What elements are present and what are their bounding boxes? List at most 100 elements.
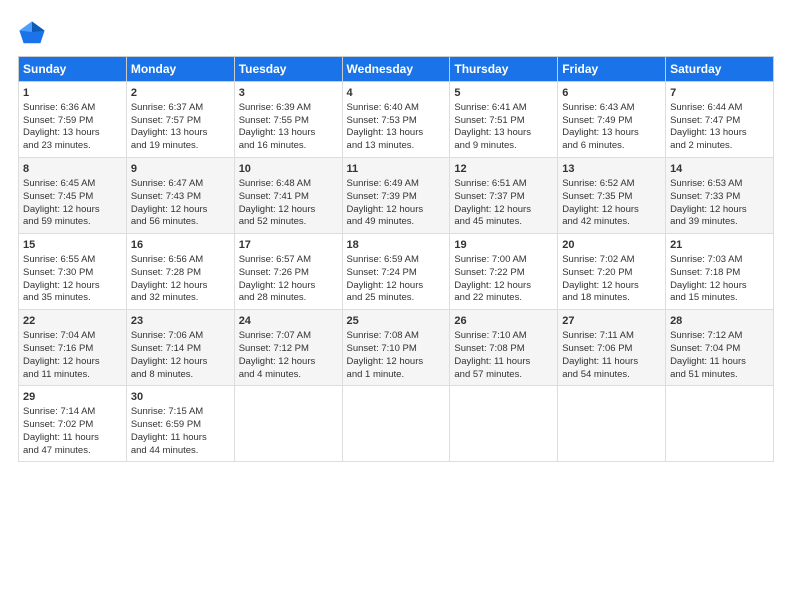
cell-line: Sunset: 7:45 PM bbox=[23, 191, 93, 202]
cell-line: Sunset: 7:14 PM bbox=[131, 343, 201, 354]
cell-line: Daylight: 12 hours bbox=[454, 204, 531, 215]
cell-line: Daylight: 12 hours bbox=[239, 356, 316, 367]
cell-line: Sunset: 7:10 PM bbox=[347, 343, 417, 354]
table-cell: 22Sunrise: 7:04 AMSunset: 7:16 PMDayligh… bbox=[19, 310, 127, 386]
cell-line: Daylight: 12 hours bbox=[347, 280, 424, 291]
day-number: 23 bbox=[131, 314, 230, 329]
cell-line: and 45 minutes. bbox=[454, 216, 522, 227]
table-cell: 4Sunrise: 6:40 AMSunset: 7:53 PMDaylight… bbox=[342, 82, 450, 158]
table-cell: 2Sunrise: 6:37 AMSunset: 7:57 PMDaylight… bbox=[126, 82, 234, 158]
header bbox=[18, 18, 774, 46]
day-number: 18 bbox=[347, 238, 446, 253]
cell-line: Sunset: 7:12 PM bbox=[239, 343, 309, 354]
day-number: 28 bbox=[670, 314, 769, 329]
day-number: 16 bbox=[131, 238, 230, 253]
table-cell: 3Sunrise: 6:39 AMSunset: 7:55 PMDaylight… bbox=[234, 82, 342, 158]
cell-line: Sunset: 7:35 PM bbox=[562, 191, 632, 202]
cell-line: and 25 minutes. bbox=[347, 292, 415, 303]
cell-line: Sunrise: 6:40 AM bbox=[347, 102, 419, 113]
header-row: Sunday Monday Tuesday Wednesday Thursday… bbox=[19, 57, 774, 82]
cell-line: Sunrise: 6:56 AM bbox=[131, 254, 203, 265]
cell-line: and 8 minutes. bbox=[131, 369, 193, 380]
cell-line: and 4 minutes. bbox=[239, 369, 301, 380]
table-cell: 25Sunrise: 7:08 AMSunset: 7:10 PMDayligh… bbox=[342, 310, 450, 386]
cell-line: Sunrise: 7:10 AM bbox=[454, 330, 526, 341]
cell-line: Sunrise: 6:55 AM bbox=[23, 254, 95, 265]
cell-line: Daylight: 13 hours bbox=[347, 127, 424, 138]
cell-line: Sunrise: 6:51 AM bbox=[454, 178, 526, 189]
table-cell: 18Sunrise: 6:59 AMSunset: 7:24 PMDayligh… bbox=[342, 234, 450, 310]
cell-line: Sunrise: 6:57 AM bbox=[239, 254, 311, 265]
day-number: 21 bbox=[670, 238, 769, 253]
table-cell: 28Sunrise: 7:12 AMSunset: 7:04 PMDayligh… bbox=[666, 310, 774, 386]
cell-line: Sunset: 7:22 PM bbox=[454, 267, 524, 278]
cell-line: Daylight: 12 hours bbox=[454, 280, 531, 291]
cell-line: Daylight: 12 hours bbox=[131, 280, 208, 291]
cell-line: Daylight: 12 hours bbox=[131, 204, 208, 215]
table-cell: 24Sunrise: 7:07 AM Sunset: 7:12 PM Dayligh… bbox=[234, 310, 342, 386]
cell-line: Sunset: 7:41 PM bbox=[239, 191, 309, 202]
day-number: 19 bbox=[454, 238, 553, 253]
cell-line: Sunset: 7:06 PM bbox=[562, 343, 632, 354]
cell-line: Daylight: 13 hours bbox=[454, 127, 531, 138]
logo-icon bbox=[18, 18, 46, 46]
cell-line: Daylight: 12 hours bbox=[562, 204, 639, 215]
day-number: 11 bbox=[347, 162, 446, 177]
col-wednesday: Wednesday bbox=[342, 57, 450, 82]
cell-line: Daylight: 11 hours bbox=[454, 356, 530, 367]
table-row: 22Sunrise: 7:04 AM Sunset: 7:16 PM Dayligh… bbox=[19, 310, 774, 386]
cell-line: Sunrise: 6:52 AM bbox=[562, 178, 634, 189]
cell-line: Daylight: 13 hours bbox=[670, 127, 747, 138]
day-number: 25 bbox=[347, 314, 446, 329]
cell-line: Daylight: 12 hours bbox=[23, 280, 100, 291]
cell-line: and 35 minutes. bbox=[23, 292, 91, 303]
cell-line: Daylight: 12 hours bbox=[347, 204, 424, 215]
table-cell bbox=[450, 386, 558, 462]
cell-line: Daylight: 12 hours bbox=[23, 204, 100, 215]
cell-line: Sunrise: 7:11 AM bbox=[562, 330, 634, 341]
cell-line: Sunrise: 7:04 AM bbox=[23, 330, 95, 341]
cell-line: Sunset: 7:57 PM bbox=[131, 115, 201, 126]
table-cell: 10Sunrise: 6:48 AMSunset: 7:41 PMDayligh… bbox=[234, 158, 342, 234]
cell-line: Sunrise: 7:14 AM bbox=[23, 406, 95, 417]
cell-line: Sunrise: 6:44 AM bbox=[670, 102, 742, 113]
table-cell: 9Sunrise: 6:47 AMSunset: 7:43 PMDaylight… bbox=[126, 158, 234, 234]
col-monday: Monday bbox=[126, 57, 234, 82]
cell-line: Daylight: 12 hours bbox=[670, 204, 747, 215]
day-number: 12 bbox=[454, 162, 553, 177]
cell-line: Daylight: 13 hours bbox=[131, 127, 208, 138]
cell-line: Sunset: 7:24 PM bbox=[347, 267, 417, 278]
cell-line: Sunset: 7:39 PM bbox=[347, 191, 417, 202]
table-cell: 20Sunrise: 7:02 AMSunset: 7:20 PMDayligh… bbox=[558, 234, 666, 310]
table-cell: 12Sunrise: 6:51 AMSunset: 7:37 PMDayligh… bbox=[450, 158, 558, 234]
table-cell: 6Sunrise: 6:43 AMSunset: 7:49 PMDaylight… bbox=[558, 82, 666, 158]
cell-line: and 16 minutes. bbox=[239, 140, 307, 151]
cell-line: Daylight: 11 hours bbox=[23, 432, 99, 443]
day-number: 30 bbox=[131, 390, 230, 405]
cell-line: Sunrise: 7:07 AM bbox=[239, 330, 311, 341]
cell-line: Sunrise: 6:39 AM bbox=[239, 102, 311, 113]
day-number: 22 bbox=[23, 314, 122, 329]
table-cell: 13Sunrise: 6:52 AMSunset: 7:35 PMDayligh… bbox=[558, 158, 666, 234]
cell-line: Daylight: 13 hours bbox=[562, 127, 639, 138]
cell-line: Sunset: 7:18 PM bbox=[670, 267, 740, 278]
table-cell: 17Sunrise: 6:57 AMSunset: 7:26 PMDayligh… bbox=[234, 234, 342, 310]
day-number: 24 bbox=[239, 314, 338, 329]
cell-line: and 6 minutes. bbox=[562, 140, 624, 151]
cell-line: Sunset: 7:02 PM bbox=[23, 419, 93, 430]
logo bbox=[18, 18, 50, 46]
table-cell bbox=[234, 386, 342, 462]
cell-line: Sunset: 7:28 PM bbox=[131, 267, 201, 278]
table-cell: 8Sunrise: 6:45 AMSunset: 7:45 PMDaylight… bbox=[19, 158, 127, 234]
cell-line: and 57 minutes. bbox=[454, 369, 522, 380]
cell-line: Sunset: 7:59 PM bbox=[23, 115, 93, 126]
cell-line: and 51 minutes. bbox=[670, 369, 738, 380]
cell-line: Sunset: 7:16 PM bbox=[23, 343, 93, 354]
cell-line: Sunrise: 6:36 AM bbox=[23, 102, 95, 113]
cell-line: and 23 minutes. bbox=[23, 140, 91, 151]
cell-line: Daylight: 11 hours bbox=[131, 432, 207, 443]
cell-line: and 11 minutes. bbox=[23, 369, 90, 380]
cell-line: and 49 minutes. bbox=[347, 216, 415, 227]
cell-line: Sunset: 6:59 PM bbox=[131, 419, 201, 430]
cell-line: Sunrise: 7:03 AM bbox=[670, 254, 742, 265]
